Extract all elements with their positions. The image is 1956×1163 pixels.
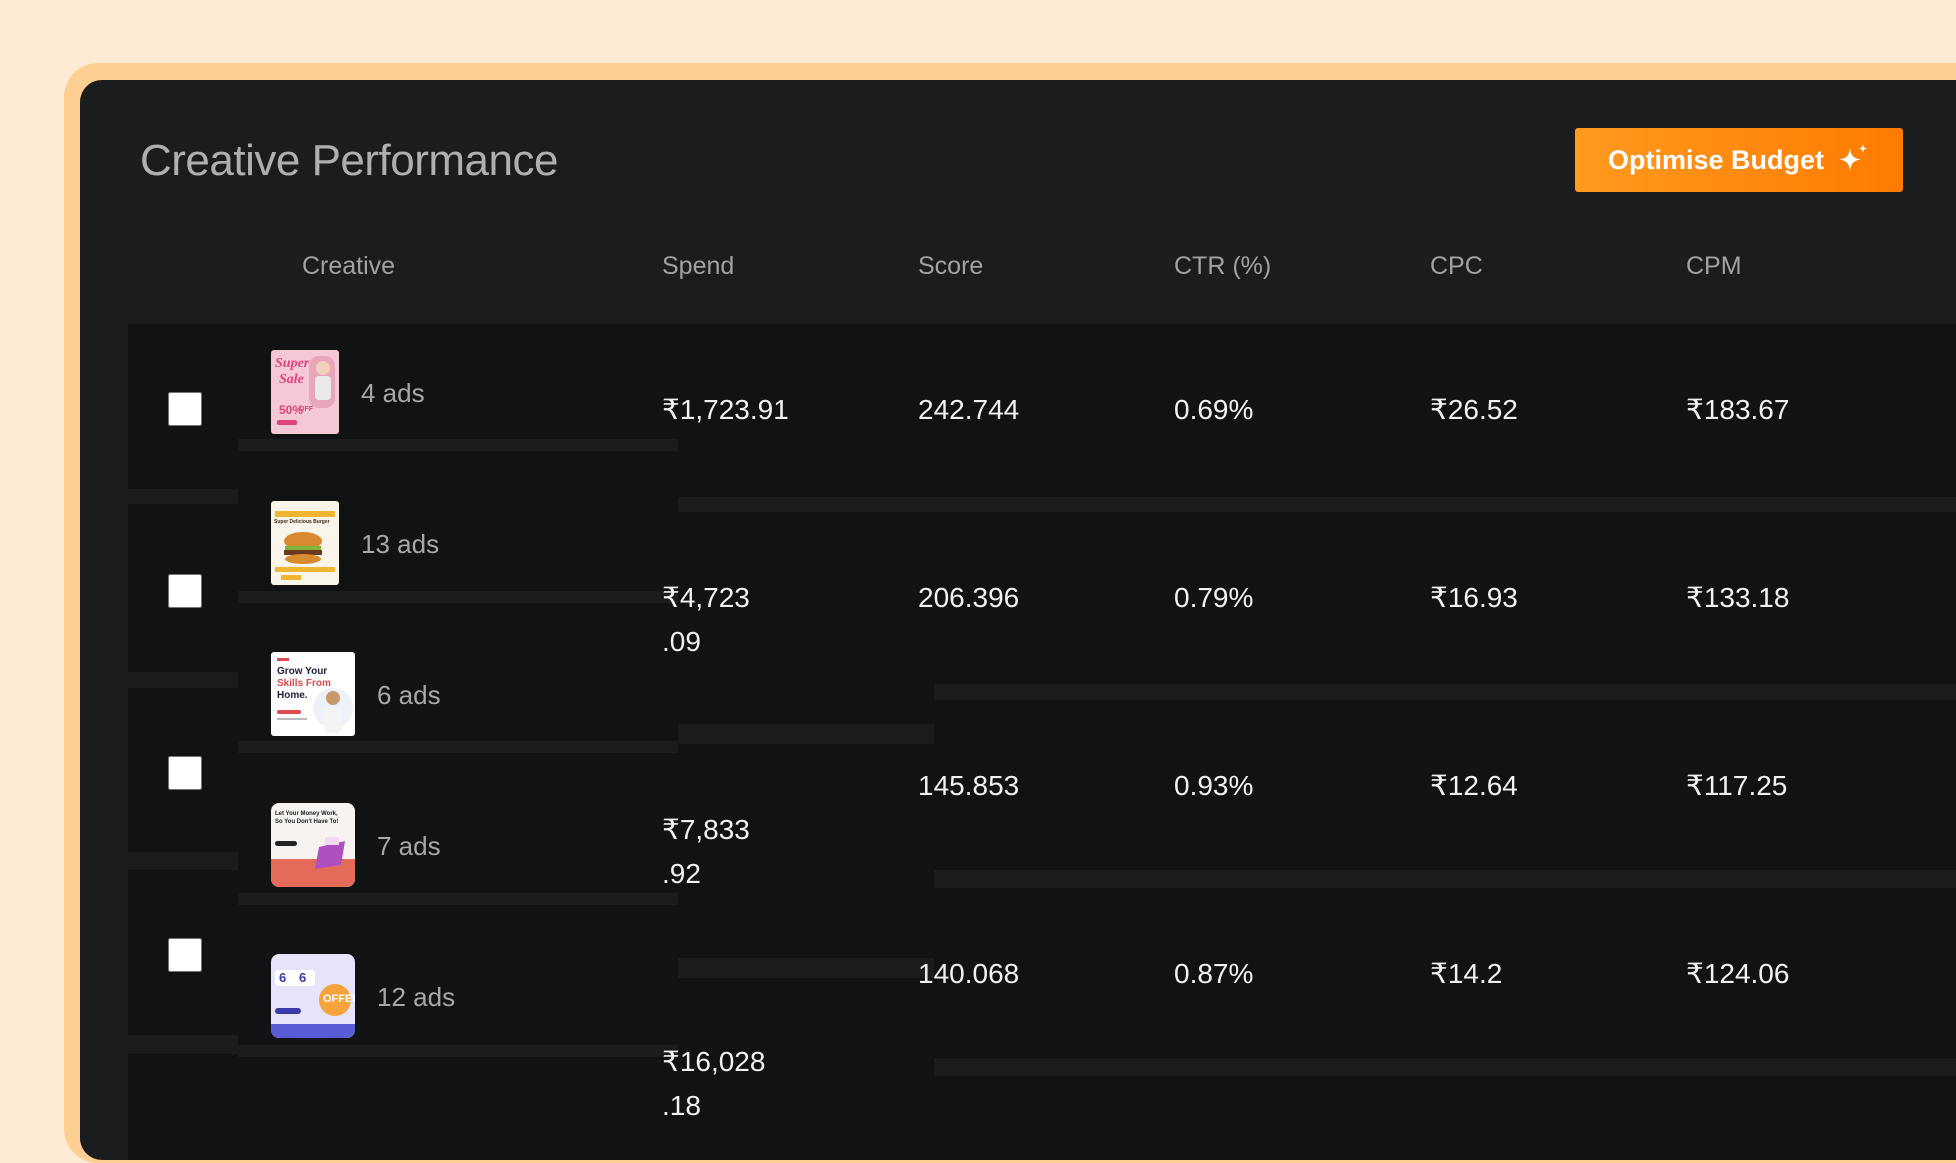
creative-thumbnail-skills[interactable]: Grow Your Skills From Home.	[271, 652, 355, 736]
thumb-text: Super Delicious Burger	[274, 519, 330, 525]
spend-value-line: ₹7,833	[662, 814, 750, 845]
creative-performance-panel: Creative Performance Optimise Budget Cre…	[80, 80, 1956, 1160]
metrics-row-background	[934, 1076, 1956, 1160]
cpm-value: ₹117.25	[1686, 770, 1788, 801]
spend-value: ₹7,833 .92	[662, 808, 750, 896]
creative-cell-background	[238, 1057, 678, 1160]
creative-thumbnail-offer[interactable]: 6 6 OFFER	[271, 954, 355, 1038]
ads-count: 6 ads	[377, 680, 441, 710]
spend-value-line: ₹16,028	[662, 1046, 766, 1077]
row-checkbox[interactable]	[168, 392, 202, 426]
thumb-text: Grow Your	[277, 666, 328, 677]
row-checkbox[interactable]	[168, 574, 202, 608]
spend-value: ₹4,723 .09	[662, 576, 750, 664]
ads-count: 4 ads	[361, 378, 425, 408]
spend-value: ₹16,028 .18	[662, 1040, 765, 1128]
row-checkbox[interactable]	[168, 938, 202, 972]
thumb-text: Super	[275, 356, 310, 371]
cpm-value: ₹183.67	[1686, 394, 1790, 425]
thumb-text: So You Don't Have To!	[275, 819, 339, 825]
ads-count: 7 ads	[377, 831, 441, 861]
spend-value: ₹1,723.91	[662, 388, 789, 432]
score-value: 242.744	[918, 394, 1020, 425]
thumb-text: OFF	[299, 406, 313, 413]
cpc-value: ₹16.93	[1430, 582, 1518, 613]
score-value: 206.396	[918, 582, 1020, 613]
ctr-value: 0.93%	[1174, 770, 1254, 801]
spend-value-line: .92	[662, 858, 701, 889]
column-header-cpc[interactable]: CPC	[1430, 252, 1483, 281]
cpc-value: ₹14.2	[1430, 958, 1503, 989]
creative-thumbnail-super-sale[interactable]: Super Sale 50% OFF	[271, 350, 339, 434]
row-background	[128, 1054, 238, 1160]
creative-thumbnail-burger[interactable]: Super Delicious Burger	[271, 501, 339, 585]
cpm-value: ₹133.18	[1686, 582, 1790, 613]
ctr-value: 0.79%	[1174, 582, 1254, 613]
thumb-text: Sale	[279, 372, 304, 387]
column-header-score[interactable]: Score	[918, 252, 983, 281]
cpm-value: ₹124.06	[1686, 958, 1790, 989]
ads-count: 12 ads	[377, 982, 456, 1012]
thumb-text: Let Your Money Work,	[275, 811, 338, 817]
spend-value-line: .18	[662, 1090, 701, 1121]
row-checkbox[interactable]	[168, 756, 202, 790]
score-value: 145.853	[918, 770, 1020, 801]
cpc-value: ₹26.52	[1430, 394, 1518, 425]
optimise-budget-label: Optimise Budget	[1607, 144, 1824, 175]
creative-thumbnail-money[interactable]: Let Your Money Work, So You Don't Have T…	[271, 803, 355, 887]
spend-value-line: ₹4,723	[662, 582, 750, 613]
thumb-text: 6	[279, 970, 287, 985]
cpc-value: ₹12.64	[1430, 770, 1518, 801]
ctr-value: 0.87%	[1174, 958, 1254, 989]
column-header-creative[interactable]: Creative	[302, 252, 395, 281]
thumb-text: Skills From	[277, 678, 331, 689]
ctr-value: 0.69%	[1174, 394, 1254, 425]
column-header-cpm[interactable]: CPM	[1686, 252, 1742, 281]
optimise-budget-button[interactable]: Optimise Budget	[1575, 128, 1903, 192]
spend-value-line: .09	[662, 626, 701, 657]
ads-count: 13 ads	[361, 529, 440, 559]
thumb-text: 6	[299, 970, 307, 985]
thumb-text: Home.	[277, 690, 308, 701]
column-header-ctr[interactable]: CTR (%)	[1174, 252, 1271, 281]
column-header-spend[interactable]: Spend	[662, 252, 734, 281]
spend-value-line: ₹1,723.91	[662, 394, 789, 425]
sparkle-icon	[1839, 144, 1868, 171]
score-value: 140.068	[918, 958, 1020, 989]
thumb-text: OFFER	[323, 993, 355, 1005]
page-title: Creative Performance	[140, 136, 558, 185]
